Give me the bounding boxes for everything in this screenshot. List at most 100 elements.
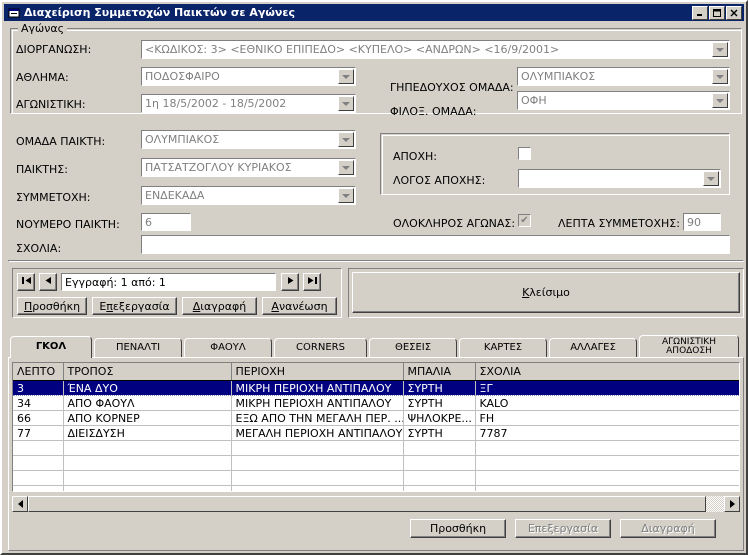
col-mpalia[interactable]: ΜΠΑΛΙΑ [403,363,476,381]
table-row[interactable]: 66 ΑΠΟ ΚΟΡΝΕΡ ΕΞΩ ΑΠΟ ΤΗΝ ΜΕΓΑΛΗ ΠΕΡ. ..… [13,410,739,426]
home-team-label: ΓΗΠΕΔΟΥΧΟΣ ΟΜΑΔΑ: [390,81,514,94]
cell-tropos: ΈΝΑ ΔΥΟ [63,380,232,396]
cell-lepto: 34 [13,395,64,411]
add-record-button[interactable]: Προσθήκη [17,297,87,315]
delete-record-label: Διαγραφή [192,299,247,313]
cell-tropos: ΑΠΟ ΚΟΡΝΕΡ [63,410,232,426]
scroll-left-icon[interactable] [12,496,28,512]
col-periochi[interactable]: ΠΕΡΙΟΧΗ [231,363,404,381]
top-separator [8,260,744,262]
home-team-value: ΟΛΥΜΠΙΑΚΟΣ [521,70,596,83]
grid-add-button[interactable]: Προσθήκη [410,519,506,538]
cell-mpalia: ΣΥΡΤΗ [403,395,476,411]
tab-corners-label: CORNERS [296,342,345,354]
add-record-label: Προσθήκη [23,299,81,313]
first-record-button[interactable] [17,273,35,291]
delete-record-button[interactable]: Διαγραφή [182,297,257,315]
comments-input[interactable] [141,235,730,254]
col-lepto[interactable]: ΛΕΠΤΟ [13,363,64,381]
record-position-field[interactable]: Εγγραφή: 1 από: 1 [61,273,276,291]
absence-checkbox[interactable] [518,147,531,160]
cell-mpalia [403,440,476,456]
player-number-input[interactable]: 6 [141,213,191,231]
tab-gkol[interactable]: ΓΚΟΛ [10,336,92,358]
chevron-down-icon[interactable] [338,69,354,84]
cell-scholia [475,485,739,491]
table-row[interactable] [13,455,739,471]
cell-scholia [475,455,739,471]
scrollbar-track[interactable] [28,496,724,512]
cell-lepto [13,470,64,486]
prev-record-button[interactable] [39,273,57,291]
player-combo[interactable]: ΠΑΤΣΑΤΖΟΓΛΟΥ ΚΥΡΙΑΚΟΣ [141,158,356,177]
grid-delete-button[interactable]: Διαγραφή [620,519,716,538]
cell-periochi: ΜΕΓΑΛΗ ΠΕΡΙΟΧΗ ΑΝΤΙΠΑΛΟΥ [231,425,404,441]
cell-mpalia: ΣΥΡΤΗ [403,380,476,396]
matchday-combo[interactable]: 1η 18/5/2002 - 18/5/2002 [141,94,356,113]
chevron-down-icon[interactable] [338,132,354,147]
tab-penalti[interactable]: ΠΕΝΑΛΤΙ [94,338,182,358]
table-row[interactable]: 3 ΈΝΑ ΔΥΟ ΜΙΚΡΗ ΠΕΡΙΟΧΗ ΑΝΤΙΠΑΛΟΥ ΣΥΡΤΗ … [13,380,739,396]
col-tropos[interactable]: ΤΡΟΠΟΣ [63,363,232,381]
absence-reason-combo[interactable] [518,169,721,188]
away-team-combo[interactable]: ΟΦΗ [517,91,730,110]
grid-horizontal-scrollbar[interactable] [12,496,740,512]
table-row[interactable] [13,440,739,456]
matchday-label: ΑΓΩΝΙΣΤΙΚΗ: [16,98,86,111]
chevron-down-icon[interactable] [338,188,354,203]
table-row[interactable]: 77 ΔΙΕΙΣΔΥΣΗ ΜΕΓΑΛΗ ΠΕΡΙΟΧΗ ΑΝΤΙΠΑΛΟΥ ΣΥ… [13,425,739,441]
minutes-input[interactable]: 90 [683,213,721,231]
chevron-down-icon[interactable] [712,42,728,57]
full-match-checkbox[interactable]: ✔ [518,214,531,227]
grid-delete-label: Διαγραφή [641,522,695,535]
scrollbar-thumb[interactable] [28,496,706,512]
tab-allages[interactable]: ΑΛΛΑΓΕΣ [549,338,637,358]
home-team-combo[interactable]: ΟΛΥΜΠΙΑΚΟΣ [517,67,730,86]
edit-record-label: Επεξεργασία [99,299,170,313]
grid-edit-label: Επεξεργασία [527,522,599,535]
chevron-down-icon[interactable] [712,93,728,108]
table-row[interactable] [13,485,739,491]
records-table: ΛΕΠΤΟ ΤΡΟΠΟΣ ΠΕΡΙΟΧΗ ΜΠΑΛΙΑ ΣΧΟΛΙΑ 3 ΈΝΑ… [13,363,739,491]
tab-theseis[interactable]: ΘΕΣΕΙΣ [369,338,457,358]
organization-combo[interactable]: <ΚΩΔΙΚΟΣ: 3> <ΕΘΝΙΚΟ ΕΠΙΠΕΔΟ> <ΚΥΠΕΛΟ> <… [141,40,730,59]
chevron-down-icon[interactable] [338,96,354,111]
cell-periochi: ΜΙΚΡΗ ΠΕΡΙΟΧΗ ΑΝΤΙΠΑΛΟΥ [231,380,404,396]
participation-label: ΣΥΜΜΕΤΟΧΗ: [16,191,91,204]
last-record-button[interactable] [303,273,321,291]
tab-agonistiki-apodosi[interactable]: ΑΓΩΝΙΣΤΙΚΗ ΑΠΟΔΟΣΗ [639,335,739,358]
match-groupbox-legend: Αγώνας [18,22,68,35]
scroll-right-icon[interactable] [724,496,740,512]
tab-faoul[interactable]: ΦΑΟΥΛ [184,338,272,358]
refresh-record-button[interactable]: Ανανέωση [262,297,337,315]
edit-record-button[interactable]: Επεξεργασία [92,297,177,315]
tab-kartes[interactable]: ΚΑΡΤΕΣ [459,338,547,358]
close-button[interactable] [726,5,742,20]
col-scholia[interactable]: ΣΧΟΛΙΑ [475,363,739,381]
absence-reason-label: ΛΟΓΟΣ ΑΠΟΧΗΣ: [393,174,486,187]
cell-scholia: ΞΓ [475,380,739,396]
last-record-icon [307,276,318,288]
cell-tropos [63,470,232,486]
close-form-button[interactable]: Κλείσιμο [352,272,740,313]
tab-corners[interactable]: CORNERS [274,338,367,358]
cell-periochi [231,470,404,486]
maximize-button[interactable] [709,5,725,20]
grid-add-label: Προσθήκη [429,522,487,535]
table-row[interactable]: 34 ΑΠΟ ΦΑΟΥΛ ΜΙΚΡΗ ΠΕΡΙΟΧΗ ΑΝΤΙΠΑΛΟΥ ΣΥΡ… [13,395,739,411]
player-team-combo[interactable]: ΟΛΥΜΠΙΑΚΟΣ [141,130,356,149]
minimize-button[interactable] [692,5,708,20]
participation-combo[interactable]: ΕΝΔΕΚΑΔΑ [141,186,356,205]
table-row[interactable] [13,470,739,486]
sport-label: ΑΘΛΗΜΑ: [16,71,69,84]
chevron-down-icon[interactable] [712,69,728,84]
grid-edit-button[interactable]: Επεξεργασία [515,519,611,538]
sport-combo[interactable]: ΠΟΔΟΣΦΑΙΡΟ [141,67,356,86]
chevron-down-icon[interactable] [338,160,354,175]
organization-value: <ΚΩΔΙΚΟΣ: 3> <ΕΘΝΙΚΟ ΕΠΙΠΕΔΟ> <ΚΥΠΕΛΟ> <… [145,43,560,56]
title-bar[interactable]: Διαχείριση Συμμετοχών Παικτών σε Αγώνες [4,4,744,21]
records-grid[interactable]: ΛΕΠΤΟ ΤΡΟΠΟΣ ΠΕΡΙΟΧΗ ΜΠΑΛΙΑ ΣΧΟΛΙΑ 3 ΈΝΑ… [12,362,740,492]
cell-lepto [13,485,64,491]
next-record-button[interactable] [281,273,299,291]
chevron-down-icon[interactable] [703,171,719,186]
